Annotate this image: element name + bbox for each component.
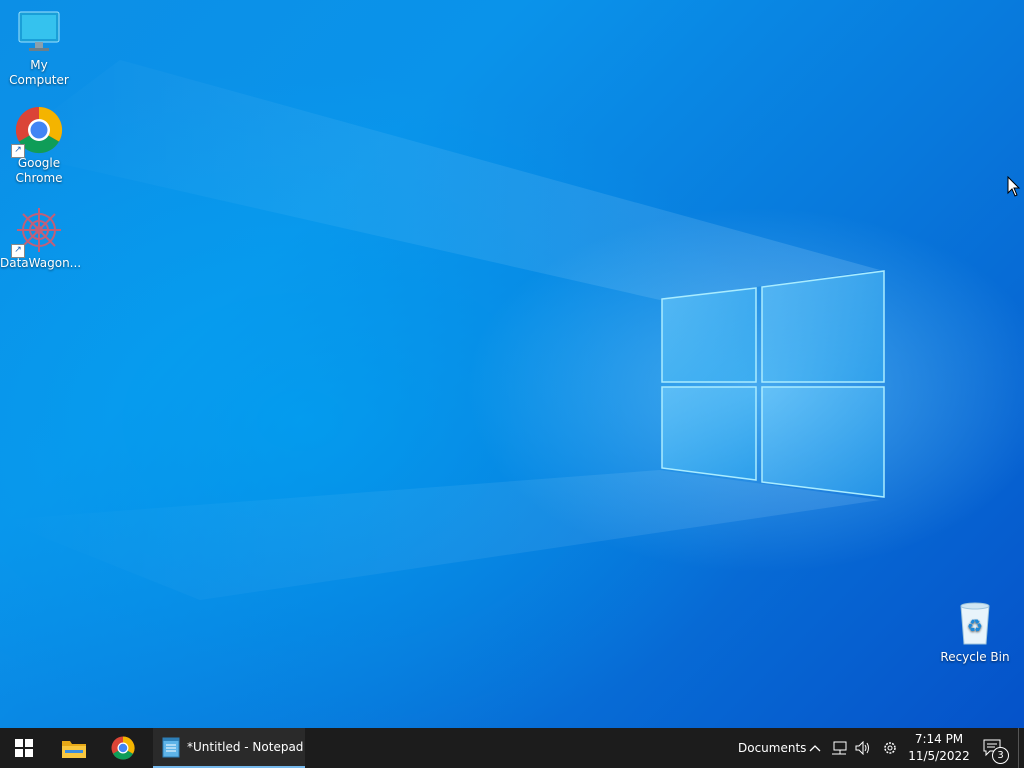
desktop: My Computer ↗ Google Chrome ↗ DataWagon.… [0, 0, 1024, 728]
volume-button[interactable] [852, 728, 874, 768]
taskbar-file-explorer-button[interactable] [52, 728, 96, 768]
computer-icon [15, 8, 63, 56]
settings-button[interactable] [878, 728, 902, 768]
svg-text:♻: ♻ [967, 616, 983, 637]
desktop-icon-label: Recycle Bin [940, 650, 1010, 664]
taskbar-window-title: *Untitled - Notepad [187, 740, 304, 754]
desktop-icon-label: Google Chrome [15, 156, 63, 185]
desktop-icon-recycle-bin[interactable]: ♻ Recycle Bin [936, 600, 1014, 665]
notepad-icon [162, 737, 180, 758]
notification-count-badge: 3 [992, 747, 1009, 764]
desktop-icon-label: DataWagon... [0, 256, 82, 270]
chrome-icon [111, 736, 135, 760]
show-desktop-button[interactable] [1018, 728, 1019, 768]
chevron-up-icon [809, 745, 821, 752]
windows-logo-icon [15, 739, 33, 757]
action-center-button[interactable]: 3 [978, 728, 1009, 768]
desktop-icon-datawagon[interactable]: ↗ DataWagon... [0, 206, 82, 271]
desktop-icon-my-computer[interactable]: My Computer [0, 8, 78, 88]
chrome-icon: ↗ [11, 106, 63, 158]
clock-time: 7:14 PM [914, 732, 964, 746]
mouse-cursor-icon [1007, 176, 1021, 197]
datawagon-icon: ↗ [11, 206, 63, 258]
gear-icon [884, 742, 896, 754]
folder-icon [62, 741, 86, 758]
windows-logo-wallpaper [661, 270, 885, 498]
network-icon [832, 741, 847, 755]
desktop-icon-google-chrome[interactable]: ↗ Google Chrome [0, 106, 78, 186]
wallpaper-light-beams [0, 60, 885, 600]
shortcut-arrow-icon: ↗ [11, 144, 25, 158]
desktop-icon-label: My Computer [9, 58, 69, 87]
speaker-icon [855, 741, 869, 755]
clock[interactable]: 7:14 PM 11/5/2022 [906, 731, 972, 765]
taskbar-notepad-window[interactable]: *Untitled - Notepad [153, 728, 305, 768]
taskbar-chrome-button[interactable] [100, 728, 146, 768]
network-button[interactable] [828, 728, 850, 768]
recycle-bin-icon: ♻ [951, 600, 999, 648]
clock-date: 11/5/2022 [908, 749, 970, 763]
shortcut-arrow-icon: ↗ [11, 244, 25, 258]
taskbar: *Untitled - Notepad Documents 7:14 PM 11… [0, 728, 1024, 768]
show-hidden-icons-button[interactable] [806, 728, 824, 768]
start-button[interactable] [0, 728, 48, 768]
documents-toolbar[interactable]: Documents [738, 741, 806, 755]
